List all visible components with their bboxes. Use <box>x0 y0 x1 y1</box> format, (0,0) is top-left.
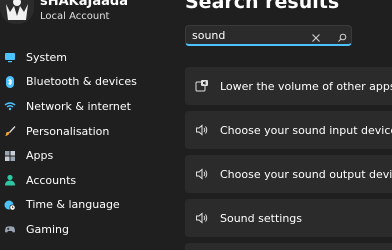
speaker-icon <box>195 123 209 137</box>
avatar-icon <box>0 0 34 24</box>
sidebar-item-apps[interactable]: Apps <box>0 143 180 168</box>
sidebar-item-label: System <box>26 50 68 64</box>
sidebar: System Bluetooth & devices Network & int… <box>0 45 180 242</box>
search-result-item-partial[interactable] <box>185 243 392 250</box>
page-title: Search results <box>185 0 340 13</box>
search-result-item[interactable]: Lower the volume of other apps when <box>185 67 392 105</box>
speaker-icon <box>195 167 209 181</box>
sidebar-item-label: Gaming <box>26 222 69 236</box>
sidebar-item-label: Personalisation <box>26 124 110 138</box>
clear-search-button[interactable] <box>310 29 322 42</box>
sidebar-item-time-language[interactable]: Time & language <box>0 193 180 218</box>
sidebar-item-label: Accounts <box>26 173 77 187</box>
account-name: sHAKaJaada <box>40 0 128 9</box>
result-label: Sound settings <box>220 211 303 225</box>
sidebar-item-bluetooth[interactable]: Bluetooth & devices <box>0 70 180 95</box>
result-label: Choose your sound input device <box>220 123 392 137</box>
brush-icon <box>4 125 16 137</box>
monitor-icon <box>4 51 16 63</box>
account-type: Local Account <box>40 11 110 22</box>
settings-window: sHAKaJaada Local Account System Bluetoot… <box>0 0 392 250</box>
sidebar-item-label: Network & internet <box>26 99 131 113</box>
search-input[interactable] <box>192 27 302 43</box>
search-button[interactable] <box>336 29 348 42</box>
apps-icon <box>4 150 16 162</box>
close-icon <box>312 34 320 42</box>
result-label: Choose your sound output device <box>220 167 392 181</box>
sidebar-item-system[interactable]: System <box>0 45 180 70</box>
globe-clock-icon <box>4 199 16 211</box>
result-label: Lower the volume of other apps when <box>220 79 392 93</box>
sidebar-item-label: Bluetooth & devices <box>26 75 137 89</box>
search-result-item[interactable]: Choose your sound output device <box>185 155 392 193</box>
search-icon <box>338 33 347 42</box>
sidebar-item-label: Time & language <box>26 198 120 212</box>
search-box[interactable] <box>185 25 352 46</box>
sidebar-item-personalisation[interactable]: Personalisation <box>0 119 180 144</box>
wifi-icon <box>4 100 16 112</box>
bluetooth-icon <box>4 75 16 88</box>
person-icon <box>4 174 16 186</box>
volume-apps-icon <box>195 79 209 93</box>
sidebar-item-accounts[interactable]: Accounts <box>0 168 180 193</box>
controller-icon <box>4 223 16 235</box>
search-result-item[interactable]: Sound settings <box>185 199 392 237</box>
avatar[interactable] <box>0 0 34 24</box>
sidebar-item-gaming[interactable]: Gaming <box>0 217 180 242</box>
sidebar-item-network[interactable]: Network & internet <box>0 94 180 119</box>
search-result-item[interactable]: Choose your sound input device <box>185 111 392 149</box>
speaker-icon <box>195 211 209 225</box>
sidebar-item-label: Apps <box>26 149 54 163</box>
search-results: Lower the volume of other apps when Choo… <box>185 67 392 243</box>
